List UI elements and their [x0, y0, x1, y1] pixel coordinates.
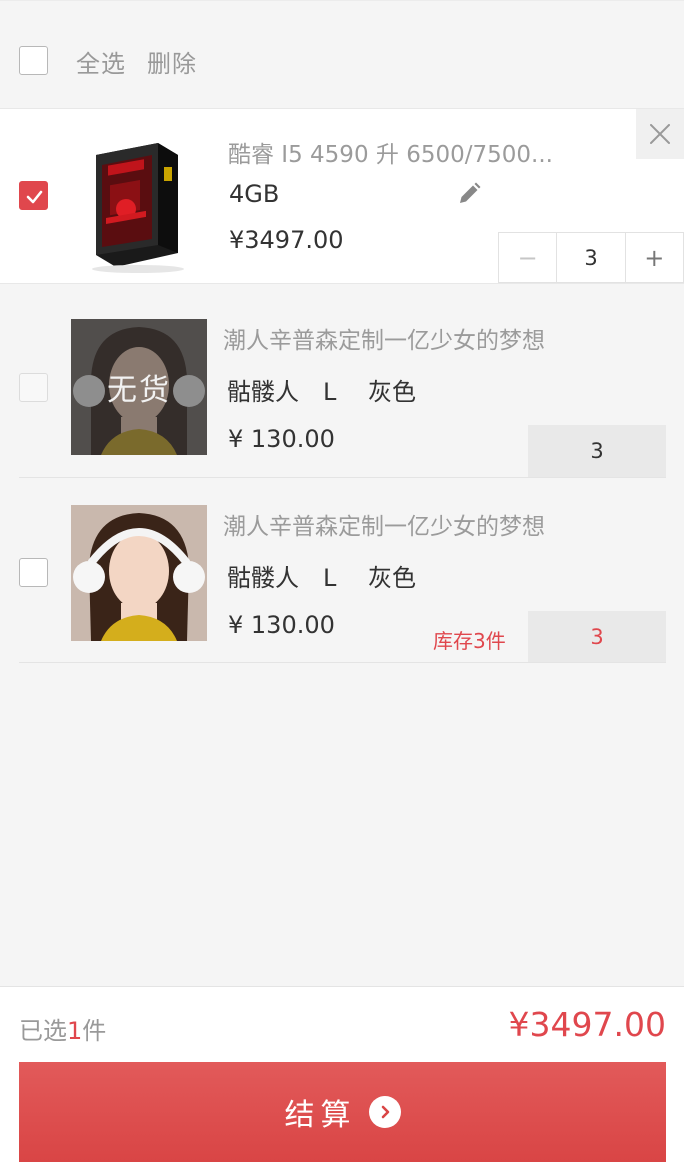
remove-item-button[interactable] [636, 109, 684, 159]
quantity-value[interactable]: 3 [556, 233, 626, 282]
divider [19, 662, 666, 663]
total-price: ¥3497.00 [508, 1005, 666, 1044]
checkout-button[interactable]: 结算 [19, 1062, 666, 1162]
cart-toolbar: 全选 删除 [0, 0, 684, 108]
item-3-price: ¥ 130.00 [228, 611, 335, 639]
product-image-portrait[interactable] [71, 505, 207, 641]
item-1-title[interactable]: 酷睿 I5 4590 升 6500/7500... [228, 135, 568, 169]
selected-count: 已选1件 [19, 1011, 106, 1046]
product-image-pc-case[interactable] [66, 135, 212, 275]
item-3-checkbox[interactable] [19, 558, 48, 587]
product-image-portrait[interactable]: 无货 [71, 319, 207, 455]
item-1-spec: 4GB [229, 180, 280, 208]
checkout-label: 结算 [284, 1098, 357, 1133]
select-all-button[interactable]: 全选 [76, 44, 126, 79]
item-2-price: ¥ 130.00 [228, 425, 335, 453]
item-1-price: ¥3497.00 [229, 226, 344, 254]
delete-button[interactable]: 删除 [147, 44, 197, 79]
cart-item-1: 酷睿 I5 4590 升 6500/7500... 4GB ¥3497.00 −… [0, 108, 684, 284]
decrease-quantity-button[interactable]: − [499, 233, 556, 282]
quantity-stepper: − 3 + [498, 232, 684, 283]
chevron-right-icon [368, 1096, 401, 1128]
sold-out-overlay: 无货 [71, 319, 207, 455]
select-all-checkbox[interactable] [19, 46, 48, 75]
checkmark-icon [26, 190, 43, 204]
cart-item-2: 无货 潮人辛普森定制一亿少女的梦想 骷髅人 L 灰色 ¥ 130.00 3 [0, 284, 684, 478]
item-3-title[interactable]: 潮人辛普森定制一亿少女的梦想 [223, 507, 545, 541]
item-2-checkbox[interactable] [19, 373, 48, 402]
item-2-spec: 骷髅人 L 灰色 [227, 378, 416, 406]
cart-item-3: 潮人辛普森定制一亿少女的梦想 骷髅人 L 灰色 ¥ 130.00 库存3件 3 [0, 470, 684, 663]
item-3-spec: 骷髅人 L 灰色 [227, 564, 416, 592]
item-3-quantity: 3 [528, 611, 666, 663]
selected-prefix: 已选 [19, 1017, 67, 1045]
stock-warning: 库存3件 [433, 629, 506, 653]
increase-quantity-button[interactable]: + [626, 233, 683, 282]
selected-number: 1 [67, 1017, 83, 1045]
item-1-checkbox[interactable] [19, 181, 48, 210]
item-2-title[interactable]: 潮人辛普森定制一亿少女的梦想 [223, 321, 545, 355]
close-icon [650, 124, 670, 144]
checkout-bar: 已选1件 ¥3497.00 结算 [0, 986, 684, 1170]
pencil-icon[interactable] [456, 181, 482, 207]
selected-suffix: 件 [82, 1017, 107, 1045]
